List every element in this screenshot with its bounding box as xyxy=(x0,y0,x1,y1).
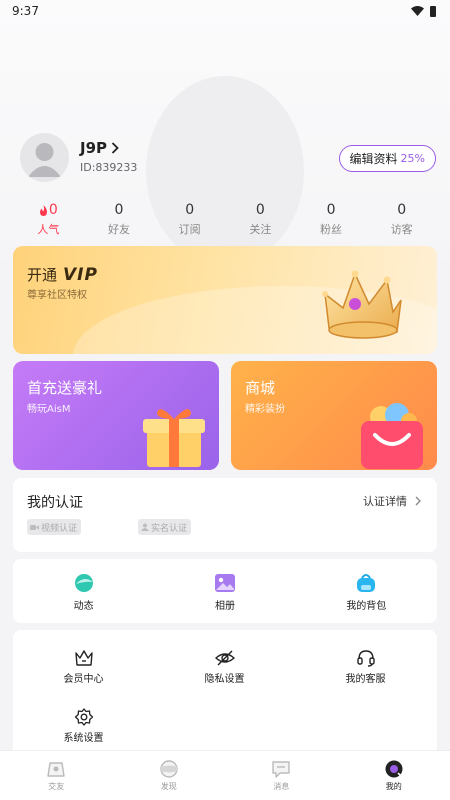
message-icon xyxy=(272,761,290,778)
video-certification-badge[interactable]: 视频认证 xyxy=(27,519,82,535)
username: J9P xyxy=(80,139,108,157)
profile-page: 9:37 J9P ID:839233 编辑资料 25% 0 人气 0 好友 0 … xyxy=(0,0,450,800)
status-icons xyxy=(411,5,436,17)
tab-profile[interactable]: 我的 xyxy=(338,751,450,800)
stat-label: 关注 xyxy=(249,223,272,236)
profile-summary: J9P ID:839233 编辑资料 25% xyxy=(20,133,436,185)
profile-icon xyxy=(385,760,403,778)
chevron-right-icon xyxy=(111,142,119,154)
stat-value: 0 xyxy=(255,202,265,218)
menu-item-label: 我的客服 xyxy=(345,674,386,685)
quick-action-label: 动态 xyxy=(73,601,94,612)
stat-label: 好友 xyxy=(108,223,130,236)
chevron-right-icon xyxy=(415,496,421,506)
mall-subtitle: 精彩装扮 xyxy=(245,404,285,415)
friends-icon xyxy=(47,762,65,777)
tab-friends[interactable]: 交友 xyxy=(0,751,113,800)
profile-completion: 25% xyxy=(400,152,425,165)
stat-value: 0 xyxy=(114,202,124,218)
tab-messages[interactable]: 消息 xyxy=(225,751,338,800)
flame-icon xyxy=(39,204,47,216)
video-camera-icon xyxy=(30,524,39,530)
menu-item-label: 隐私设置 xyxy=(204,674,245,685)
moments-entry[interactable]: 动态 xyxy=(13,559,154,623)
stat-label: 订阅 xyxy=(178,223,201,236)
status-time: 9:37 xyxy=(12,4,39,18)
gift-box-icon xyxy=(143,409,205,467)
headset-icon xyxy=(356,650,375,667)
album-entry[interactable]: 相册 xyxy=(154,559,295,623)
member-center-item[interactable]: 会员中心 xyxy=(13,649,154,685)
stat-following[interactable]: 0 关注 xyxy=(225,202,296,236)
discover-icon xyxy=(159,760,178,778)
avatar[interactable] xyxy=(20,133,69,182)
shopping-bag-icon xyxy=(361,403,423,469)
id-person-icon xyxy=(141,523,149,531)
video-certification-label: 视频认证 xyxy=(41,523,78,534)
privacy-settings-item[interactable]: 隐私设置 xyxy=(154,649,295,685)
eye-off-icon xyxy=(214,650,235,666)
settings-menu: 会员中心 隐私设置 我的客服 系统设置 xyxy=(13,630,437,750)
certification-detail-link[interactable]: 认证详情 xyxy=(363,493,421,509)
tab-label: 发现 xyxy=(160,782,177,791)
edit-profile-button[interactable]: 编辑资料 25% xyxy=(338,145,436,172)
wifi-icon xyxy=(411,6,424,16)
customer-service-item[interactable]: 我的客服 xyxy=(295,649,436,685)
backpack-icon xyxy=(357,574,376,592)
first-recharge-subtitle: 畅玩AisM xyxy=(27,404,71,415)
stat-subscriptions[interactable]: 0 订阅 xyxy=(154,202,225,236)
certification-title: 我的认证 xyxy=(27,495,83,511)
stat-popularity[interactable]: 0 人气 xyxy=(13,202,84,236)
tab-discover[interactable]: 发现 xyxy=(113,751,226,800)
battery-icon xyxy=(430,5,436,17)
stat-value: 0 xyxy=(397,202,407,218)
stat-label: 访客 xyxy=(390,223,413,236)
stat-visitors[interactable]: 0 访客 xyxy=(366,202,437,236)
realname-certification-label: 实名认证 xyxy=(151,523,188,534)
crown-icon xyxy=(74,650,93,666)
realname-certification-badge[interactable]: 实名认证 xyxy=(138,519,192,535)
certification-detail-label: 认证详情 xyxy=(363,495,407,508)
bottom-tab-bar: 交友 发现 消息 我的 xyxy=(0,750,450,800)
mall-title: 商城 xyxy=(245,379,276,397)
first-recharge-title: 首充送豪礼 xyxy=(27,379,103,397)
quick-actions: 动态 相册 我的背包 xyxy=(13,559,437,623)
mall-card[interactable]: 商城 精彩装扮 xyxy=(231,361,437,470)
tab-label: 消息 xyxy=(273,782,290,791)
album-icon xyxy=(214,574,235,592)
stat-label: 人气 xyxy=(37,223,60,236)
user-id: ID:839233 xyxy=(80,161,138,174)
stats-row: 0 人气 0 好友 0 订阅 0 关注 0 粉丝 0 访客 xyxy=(13,202,437,236)
quick-action-label: 我的背包 xyxy=(346,601,387,612)
stat-friends[interactable]: 0 好友 xyxy=(84,202,155,236)
status-bar: 9:37 xyxy=(0,0,450,22)
vip-title-badge: VIP xyxy=(63,265,98,285)
stat-value: 0 xyxy=(185,202,195,218)
stat-value: 0 xyxy=(326,202,336,218)
vip-banner[interactable]: 开通 VIP 尊享社区特权 xyxy=(13,246,437,354)
certification-card: 我的认证 认证详情 视频认证 实名认证 xyxy=(13,478,437,552)
system-settings-item[interactable]: 系统设置 xyxy=(13,708,154,744)
gear-icon xyxy=(74,708,93,726)
tab-label: 交友 xyxy=(48,782,65,791)
vip-title-prefix: 开通 xyxy=(27,266,58,284)
menu-item-label: 会员中心 xyxy=(63,674,104,685)
moments-icon xyxy=(74,574,93,592)
menu-item-label: 系统设置 xyxy=(63,733,104,744)
stat-label: 粉丝 xyxy=(320,223,343,236)
stat-value: 0 xyxy=(48,202,58,218)
tab-label: 我的 xyxy=(385,782,402,791)
quick-action-label: 相册 xyxy=(214,601,235,612)
stat-fans[interactable]: 0 粉丝 xyxy=(296,202,367,236)
backpack-entry[interactable]: 我的背包 xyxy=(296,559,437,623)
default-avatar-icon xyxy=(28,143,61,177)
edit-profile-label: 编辑资料 xyxy=(349,152,398,166)
first-recharge-card[interactable]: 首充送豪礼 畅玩AisM xyxy=(13,361,219,470)
vip-subtitle: 尊享社区特权 xyxy=(27,290,87,301)
crown-illustration-icon xyxy=(322,270,402,339)
username-link[interactable]: J9P xyxy=(80,139,119,157)
vip-title: 开通 VIP xyxy=(27,264,98,285)
